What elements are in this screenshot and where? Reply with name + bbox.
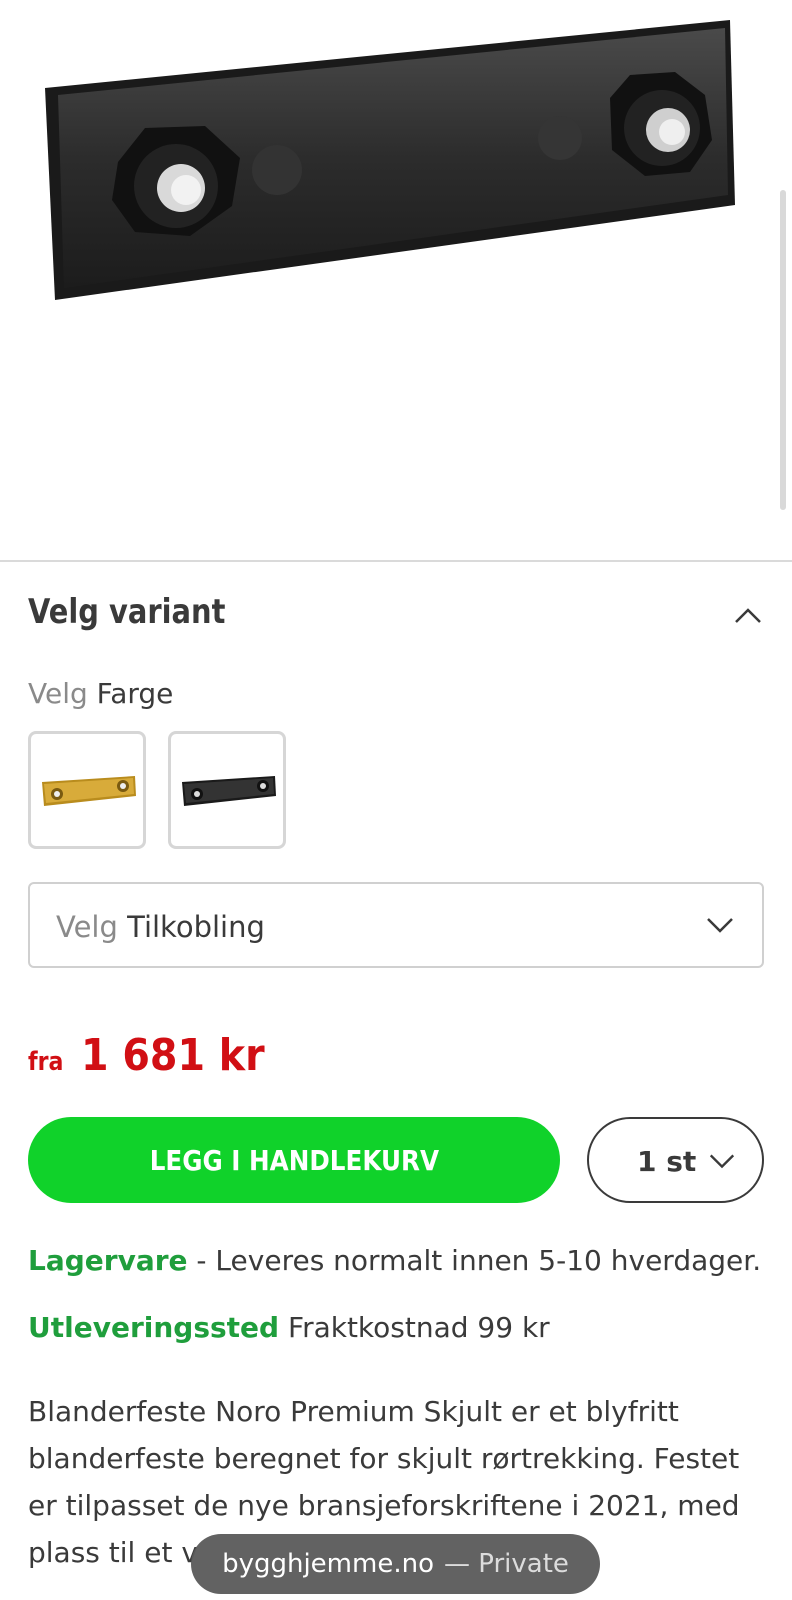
product-image[interactable]	[0, 0, 792, 560]
price-prefix: fra	[28, 1047, 64, 1077]
chevron-down-icon	[709, 1154, 735, 1169]
browsing-mode: — Private	[443, 1549, 569, 1579]
color-label-prefix: Velg	[28, 677, 88, 710]
swatch-black[interactable]	[168, 731, 286, 849]
pickup-text: Fraktkostnad 99 kr	[279, 1311, 550, 1344]
pickup-label: Utleveringssted	[28, 1311, 280, 1344]
stock-label: Lagervare	[28, 1244, 188, 1277]
color-label-text: Farge	[96, 677, 174, 710]
quantity-value: 1 st	[637, 1145, 697, 1178]
connection-select[interactable]: Velg Tilkobling	[28, 882, 764, 968]
shipping-info: Utleveringssted Fraktkostnad 99 kr	[28, 1311, 550, 1344]
gold-bracket-thumbnail	[42, 776, 136, 806]
connection-text: Tilkobling	[127, 910, 265, 944]
variant-title: Velg variant	[28, 592, 226, 632]
price: fra 1 681 kr	[28, 1030, 285, 1081]
add-to-cart-label: LEGG I HANDLEKURV	[149, 1143, 439, 1177]
product-photo	[45, 20, 735, 300]
color-label: Velg Farge	[28, 677, 173, 710]
quantity-select[interactable]: 1 st	[587, 1117, 764, 1203]
stock-status: Lagervare - Leveres normalt innen 5-10 h…	[28, 1244, 761, 1277]
browser-url-bar[interactable]: bygghjemme.no — Private	[191, 1534, 600, 1594]
chevron-down-icon	[707, 918, 733, 933]
connection-prefix: Velg	[56, 910, 118, 944]
add-to-cart-button[interactable]: LEGG I HANDLEKURV	[28, 1117, 560, 1203]
chevron-up-icon[interactable]	[732, 600, 764, 632]
url-domain: bygghjemme.no	[222, 1549, 434, 1579]
connection-select-label: Velg Tilkobling	[56, 910, 265, 944]
swatch-gold[interactable]	[28, 731, 146, 849]
variant-section-header[interactable]: Velg variant	[28, 592, 764, 642]
stock-text: - Leveres normalt innen 5-10 hverdager.	[187, 1244, 762, 1277]
black-bracket-thumbnail	[182, 776, 276, 806]
section-divider	[0, 560, 792, 562]
price-amount: 1 681 kr	[81, 1030, 265, 1081]
image-scrollbar[interactable]	[780, 190, 786, 510]
